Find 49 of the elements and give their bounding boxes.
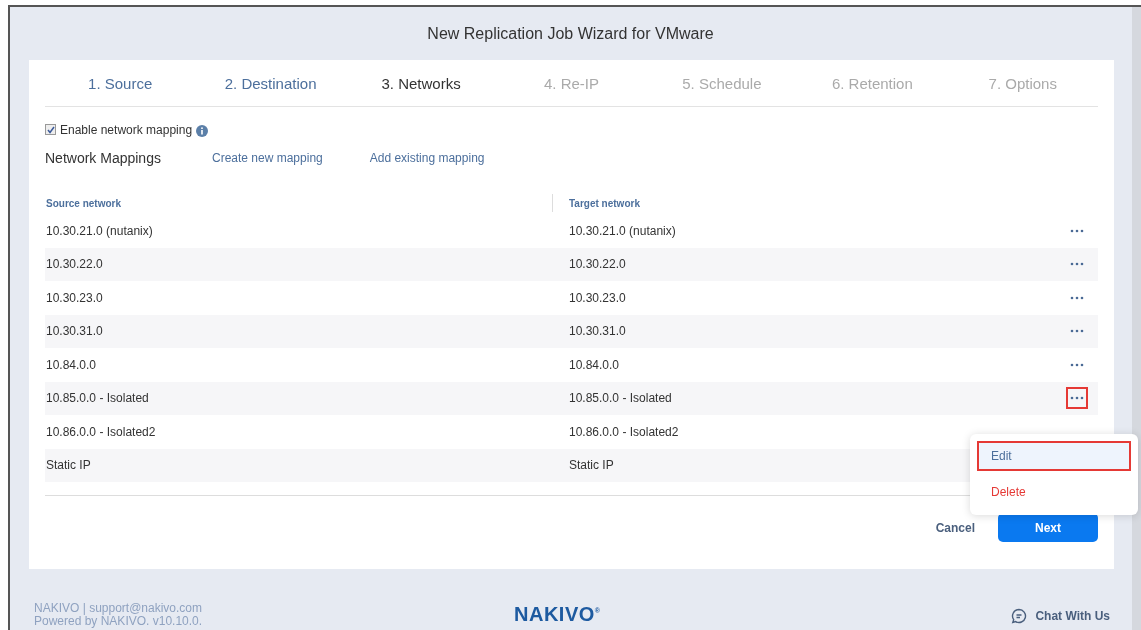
link[interactable]: Add existing mapping	[369, 151, 485, 165]
step-label: 7. Options	[987, 74, 1058, 92]
step-label[interactable]: 1. Source	[45, 74, 196, 92]
table-cell-text: 10.30.21.0 (nutanix)	[45, 223, 154, 238]
next-button[interactable]: Next	[998, 513, 1098, 542]
window-title: New Replication Job Wizard for VMware	[427, 24, 714, 43]
checkbox[interactable]	[45, 124, 56, 135]
ellipsis-icon	[1070, 329, 1084, 334]
table-cell-text: 10.84.0.0	[45, 357, 98, 372]
ellipsis-icon	[1070, 295, 1084, 300]
step-label: 4. Re-IP	[542, 74, 600, 92]
table-cell-text: 10.85.0.0 - Isolated	[569, 391, 673, 406]
ellipsis-icon	[1070, 262, 1084, 267]
footer-text: NAKIVO | support@nakivo.com	[34, 602, 204, 615]
step-label[interactable]: 3. Networks	[345, 74, 497, 92]
checkbox-label: Enable network mapping	[60, 122, 193, 137]
table-cell-text: 10.85.0.0 - Isolated	[45, 391, 150, 406]
more-button[interactable]	[1066, 387, 1088, 410]
ellipsis-icon	[1070, 396, 1084, 401]
column-header: Target network	[569, 197, 640, 209]
ellipsis-icon	[1070, 362, 1084, 367]
table-cell-text: 10.86.0.0 - Isolated2	[45, 424, 157, 439]
logo: NAKIVO$^{®}$	[514, 603, 601, 626]
table-cell-text: 10.30.21.0 (nutanix)	[569, 223, 677, 238]
table-cell-text: 10.84.0.0	[569, 357, 621, 372]
menu-item[interactable]: Delete	[977, 477, 1131, 507]
chat-icon	[1011, 608, 1028, 624]
step-label[interactable]: 2. Destination	[195, 74, 346, 92]
table-cell-text: 10.86.0.0 - Isolated2	[569, 424, 680, 439]
chat-button[interactable]: Chat With Us	[1011, 608, 1110, 624]
footer-text: Powered by NAKIVO. v10.10.0.	[34, 615, 204, 628]
column-header: Source network	[45, 197, 123, 209]
scrollbar[interactable]	[1132, 7, 1141, 630]
step-label: 5. Schedule	[681, 74, 763, 92]
table-cell-text: Static IP	[569, 458, 615, 473]
link[interactable]: Create new mapping	[212, 151, 323, 165]
cancel-button[interactable]: Cancel	[931, 516, 979, 539]
menu-item[interactable]: Edit	[977, 441, 1131, 471]
table-cell-text: 10.30.23.0	[569, 290, 627, 305]
table-cell-text: 10.30.31.0	[569, 324, 627, 339]
section-title: Network Mappings	[45, 150, 162, 166]
info-icon[interactable]	[196, 125, 209, 137]
step-label: 6. Retention	[830, 74, 914, 92]
table-cell-text: 10.30.22.0	[569, 257, 627, 272]
table-cell-text: 10.30.22.0	[45, 257, 104, 272]
ellipsis-icon	[1070, 228, 1084, 233]
table-cell-text: 10.30.23.0	[45, 290, 104, 305]
table-cell-text: Static IP	[45, 458, 92, 473]
table-cell-text: 10.30.31.0	[45, 324, 104, 339]
